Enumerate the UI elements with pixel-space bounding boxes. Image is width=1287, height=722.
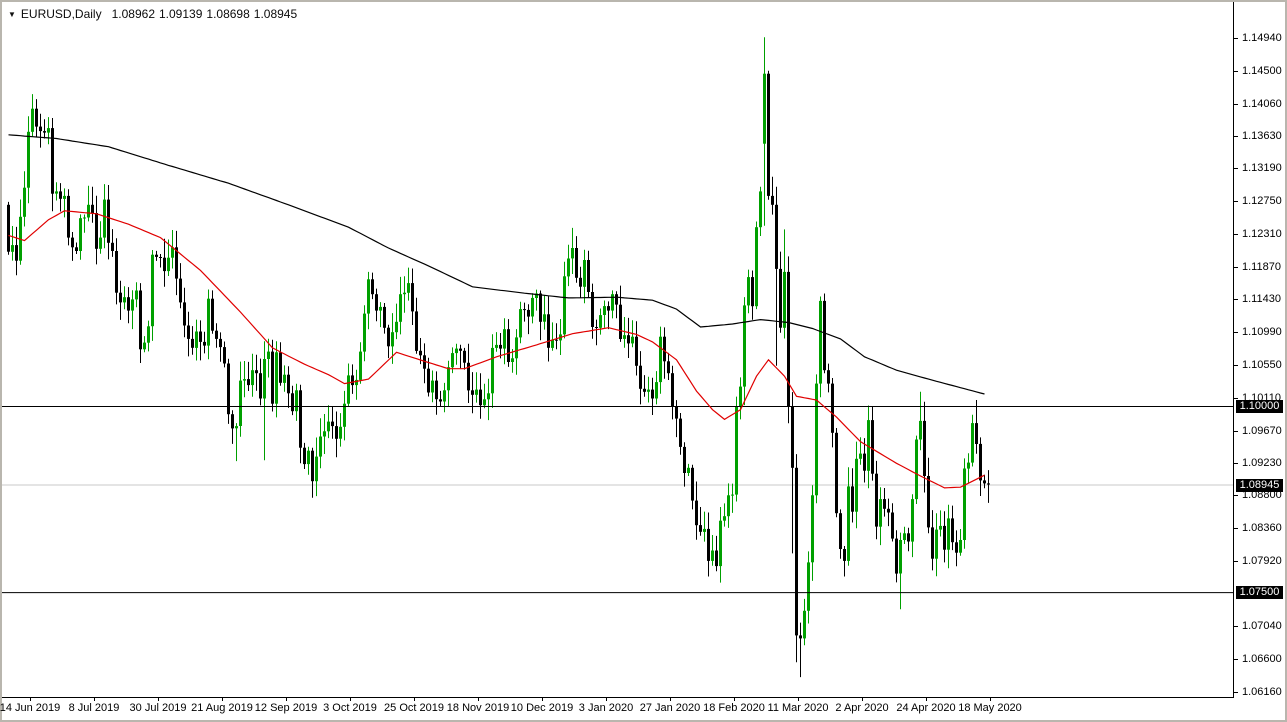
time-axis-tick (542, 698, 543, 701)
time-axis-label: 18 Nov 2019 (447, 702, 509, 714)
candlestick-layer (7, 37, 990, 677)
plot-area[interactable]: ▼ EURUSD,Daily 1.08962 1.09139 1.08698 1.0894… (2, 2, 1234, 698)
price-axis-label: 1.12750 (1242, 195, 1282, 207)
chart-menu-arrow-icon[interactable]: ▼ (8, 10, 16, 19)
price-marker-support: 1.07500 (1236, 586, 1283, 599)
time-axis-tick (862, 698, 863, 701)
time-axis-label: 24 Apr 2020 (896, 702, 955, 714)
low-value: 1.08698 (206, 7, 249, 21)
time-axis-tick (990, 698, 991, 701)
close-value: 1.08945 (254, 7, 297, 21)
time-axis-tick (94, 698, 95, 701)
time-axis-tick (798, 698, 799, 701)
price-axis-tick (1234, 168, 1238, 169)
price-marker-current: 1.08945 (1236, 479, 1283, 492)
time-axis[interactable]: 14 Jun 2019 8 Jul 2019 30 Jul 2019 21 Aug 2… (2, 698, 1234, 720)
price-axis-tick (1234, 659, 1238, 660)
price-axis-tick (1234, 201, 1238, 202)
price-axis-label: 1.06600 (1242, 653, 1282, 665)
time-axis-tick (926, 698, 927, 701)
open-value: 1.08962 (112, 7, 155, 21)
price-axis-label: 1.09670 (1242, 425, 1282, 437)
price-axis-tick (1234, 136, 1238, 137)
price-axis-label: 1.10550 (1242, 359, 1282, 371)
time-axis-label: 2 Apr 2020 (835, 702, 888, 714)
time-axis-label: 27 Jan 2020 (640, 702, 701, 714)
price-axis-tick (1234, 692, 1238, 693)
price-marker-resistance: 1.10000 (1236, 400, 1283, 413)
price-axis-tick (1234, 431, 1238, 432)
price-axis-label: 1.07920 (1242, 555, 1282, 567)
time-axis-tick (734, 698, 735, 701)
price-axis-tick (1234, 398, 1238, 399)
price-axis-tick (1234, 267, 1238, 268)
price-axis-tick (1234, 365, 1238, 366)
price-axis-label: 1.14500 (1242, 65, 1282, 77)
price-axis-tick (1234, 561, 1238, 562)
time-axis-label: 25 Oct 2019 (384, 702, 444, 714)
price-axis-tick (1234, 38, 1238, 39)
price-axis-label: 1.13190 (1242, 162, 1282, 174)
time-axis-label: 3 Oct 2019 (323, 702, 377, 714)
price-axis-label: 1.09230 (1242, 457, 1282, 469)
price-axis-label: 1.14060 (1242, 98, 1282, 110)
price-axis-label: 1.14940 (1242, 32, 1282, 44)
price-axis-label: 1.12310 (1242, 228, 1282, 240)
price-axis-tick (1234, 495, 1238, 496)
time-axis-tick (414, 698, 415, 701)
time-axis-tick (286, 698, 287, 701)
time-axis-tick (350, 698, 351, 701)
price-axis-label: 1.08360 (1242, 522, 1282, 534)
time-axis-label: 8 Jul 2019 (69, 702, 120, 714)
price-axis-label: 1.10990 (1242, 326, 1282, 338)
price-axis-tick (1234, 299, 1238, 300)
price-axis-label: 1.07040 (1242, 620, 1282, 632)
price-axis-tick (1234, 234, 1238, 235)
price-axis-label: 1.11430 (1242, 293, 1281, 305)
price-axis-label: 1.06160 (1242, 686, 1282, 698)
time-axis-label: 3 Jan 2020 (579, 702, 633, 714)
ma-slow-black-line (9, 135, 985, 394)
time-axis-label: 10 Dec 2019 (511, 702, 573, 714)
high-value: 1.09139 (159, 7, 202, 21)
price-axis-tick (1234, 463, 1238, 464)
time-axis-tick (158, 698, 159, 701)
price-axis-tick (1234, 104, 1238, 105)
price-axis-tick (1234, 332, 1238, 333)
time-axis-label: 11 Mar 2020 (768, 702, 829, 714)
price-axis-tick (1234, 71, 1238, 72)
time-axis-label: 21 Aug 2019 (191, 702, 253, 714)
time-axis-tick (222, 698, 223, 701)
symbol-period-label: EURUSD,Daily (21, 7, 102, 21)
price-axis-tick (1234, 626, 1238, 627)
price-axis-label: 1.11870 (1242, 261, 1281, 273)
price-axis-tick (1234, 528, 1238, 529)
chart-title: ▼ EURUSD,Daily 1.08962 1.09139 1.08698 1.0894… (8, 7, 301, 21)
price-axis-label: 1.13630 (1242, 130, 1282, 142)
candlestick-chart (2, 2, 1233, 697)
time-axis-tick (478, 698, 479, 701)
time-axis-tick (670, 698, 671, 701)
time-axis-label: 18 May 2020 (958, 702, 1022, 714)
time-axis-tick (606, 698, 607, 701)
chart-window: ▼ EURUSD,Daily 1.08962 1.09139 1.08698 1.0894… (2, 2, 1285, 720)
time-axis-label: 18 Feb 2020 (703, 702, 765, 714)
time-axis-label: 12 Sep 2019 (255, 702, 317, 714)
time-axis-tick (30, 698, 31, 701)
price-axis[interactable]: 1.10000 1.08945 1.07500 1.14940 1.14500 1.… (1234, 2, 1285, 698)
time-axis-label: 30 Jul 2019 (130, 702, 187, 714)
time-axis-label: 14 Jun 2019 (0, 702, 60, 714)
